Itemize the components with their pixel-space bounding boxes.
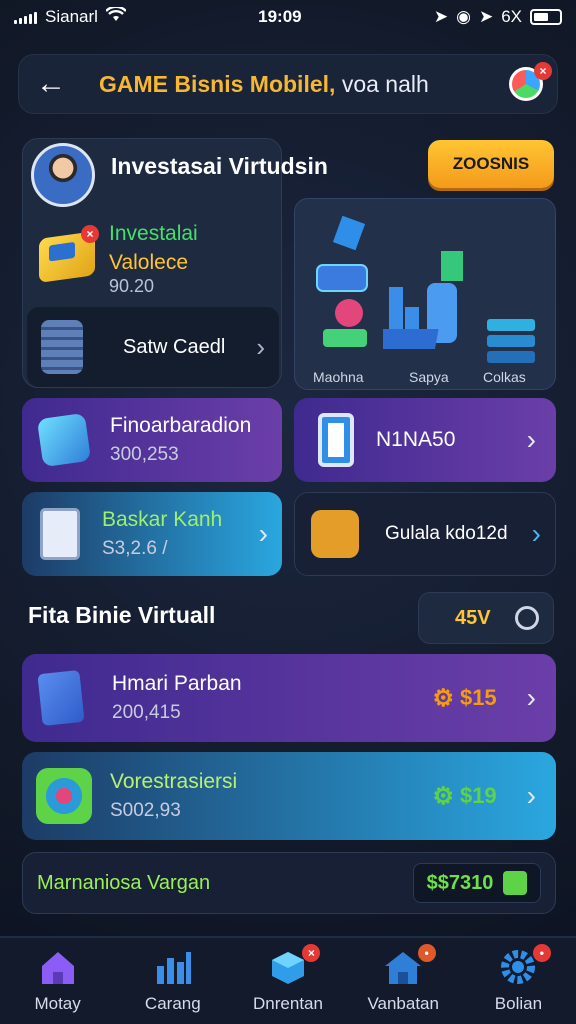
location-icon: ➤	[433, 7, 449, 26]
tab-label: Motay	[34, 994, 81, 1013]
alert-badge-icon: •	[532, 944, 551, 962]
item-price: ⚙ $15	[432, 684, 497, 712]
sync-icon: ◉	[456, 7, 471, 26]
battery-icon	[529, 9, 562, 25]
list-item[interactable]: Hmari Parban 200,415 ⚙ $15 ›	[22, 654, 556, 742]
item-title: Hmari Parban	[112, 672, 242, 695]
business-tiles-card[interactable]: Maohna Sapya Colkas	[294, 198, 556, 390]
gear-icon: ⚙	[432, 684, 454, 712]
basket-title: Baskar Kanh	[102, 508, 223, 531]
close-badge-icon: ×	[534, 62, 552, 80]
close-badge-icon: ×	[81, 225, 99, 243]
item-value: 200,415	[112, 702, 181, 723]
finance-value: 300,253	[110, 444, 179, 465]
cube-icon	[36, 412, 92, 468]
compass-icon	[36, 768, 92, 824]
tab-bolian[interactable]: • Bolian	[461, 938, 576, 1024]
tab-label: Vanbatan	[367, 994, 439, 1013]
home-icon	[41, 952, 74, 984]
chevron-right-icon: ›	[531, 518, 541, 549]
close-badge-icon: ×	[302, 944, 321, 962]
item-price: ⚙ $19	[432, 782, 497, 810]
back-button[interactable]: ←	[33, 66, 69, 102]
status-bar: Sianarl 19:09 ➤ ◉ ➤ 6X	[0, 0, 576, 34]
toggle-label: 45V	[455, 606, 491, 629]
chevron-right-icon: ›	[258, 518, 268, 549]
chart-bars-icon	[383, 251, 463, 349]
list-item[interactable]: Vorestrasiersi S002,93 ⚙ $19 ›	[22, 752, 556, 840]
clock: 19:09	[258, 7, 302, 26]
footer-value-box: $$7310	[413, 863, 541, 903]
zoosnis-button[interactable]: ZOOSNIS	[428, 140, 554, 188]
tab-motay[interactable]: Motay	[0, 938, 115, 1024]
profile-card: Investasai Virtudsin × Investalai Valole…	[22, 138, 328, 388]
finance-title: Finoarbaradion	[110, 414, 252, 437]
basket-value: S3,2.6 /	[102, 538, 168, 559]
finance-card[interactable]: Finoarbaradion 300,253	[22, 398, 282, 482]
tile-label: Maohna	[313, 369, 364, 385]
section-title: Fita Binie Virtuall	[28, 602, 216, 628]
guide-card[interactable]: Gulala kdo12d ›	[294, 492, 556, 576]
tab-label: Dnrentan	[253, 994, 323, 1013]
tab-vanbatan[interactable]: • Vanbatan	[346, 938, 461, 1024]
app-header: ← GAME Bisnis Mobilel, voa nalh ×	[18, 54, 558, 114]
investment-title: Investalai Valolece	[109, 222, 198, 274]
coin-row-label: Satw Caedl	[123, 335, 226, 358]
check-icon	[503, 871, 528, 895]
phone-icon	[318, 413, 354, 467]
wifi-icon	[105, 5, 127, 28]
coin-stack-icon	[41, 320, 83, 374]
investment-value: 90.20	[109, 276, 155, 296]
page-title: GAME Bisnis Mobilel, voa nalh	[99, 70, 429, 97]
navigation-icon: ➤	[478, 7, 494, 26]
coin-row[interactable]: Satw Caedl ›	[27, 307, 279, 387]
tab-carang[interactable]: Carang	[115, 938, 230, 1024]
chevron-right-icon: ›	[526, 682, 536, 713]
carrier-name: Sianarl	[45, 7, 98, 26]
item-title: Vorestrasiersi	[110, 770, 238, 793]
signal-icon	[14, 10, 37, 24]
profile-name: Investasai Virtudsin	[111, 153, 328, 179]
tile-label: Sapya	[409, 369, 449, 385]
battery-percent: 6X	[501, 7, 522, 26]
chevron-right-icon: ›	[256, 331, 265, 362]
chevron-right-icon: ›	[526, 780, 536, 811]
filter-toggle[interactable]: 45V	[418, 592, 554, 644]
radio-circle-icon	[515, 606, 539, 630]
document-icon	[37, 669, 85, 727]
tab-label: Carang	[144, 994, 201, 1013]
footer-summary-row[interactable]: Marnaniosa Vargan $$7310	[22, 852, 556, 914]
tablet-icon	[40, 508, 80, 560]
tab-label: Bolian	[494, 994, 543, 1013]
footer-label: Marnaniosa Vargan	[37, 871, 211, 894]
notification-app-icon[interactable]: ×	[509, 62, 552, 101]
gear-icon: ⚙	[432, 782, 454, 810]
item-value: S002,93	[110, 800, 181, 821]
guide-title: Gulala kdo12d	[385, 523, 508, 544]
basket-card[interactable]: Baskar Kanh S3,2.6 / ›	[22, 492, 282, 576]
tile-label: Colkas	[483, 369, 526, 385]
alert-badge-icon: •	[417, 944, 436, 962]
tab-dnrentan[interactable]: × Dnrentan	[230, 938, 345, 1024]
bottom-tab-bar: Motay Carang × Dnrentan • Vanbatan • Bol…	[0, 936, 576, 1024]
avatar[interactable]	[31, 143, 95, 207]
chevron-right-icon: ›	[526, 424, 536, 455]
server-stack-icon	[487, 319, 535, 363]
robot-icon	[316, 215, 368, 347]
refresh-icon	[311, 510, 359, 558]
phone-title: N1NA50	[376, 428, 456, 451]
bar-chart-icon	[156, 952, 191, 984]
phone-card[interactable]: N1NA50 ›	[294, 398, 556, 482]
